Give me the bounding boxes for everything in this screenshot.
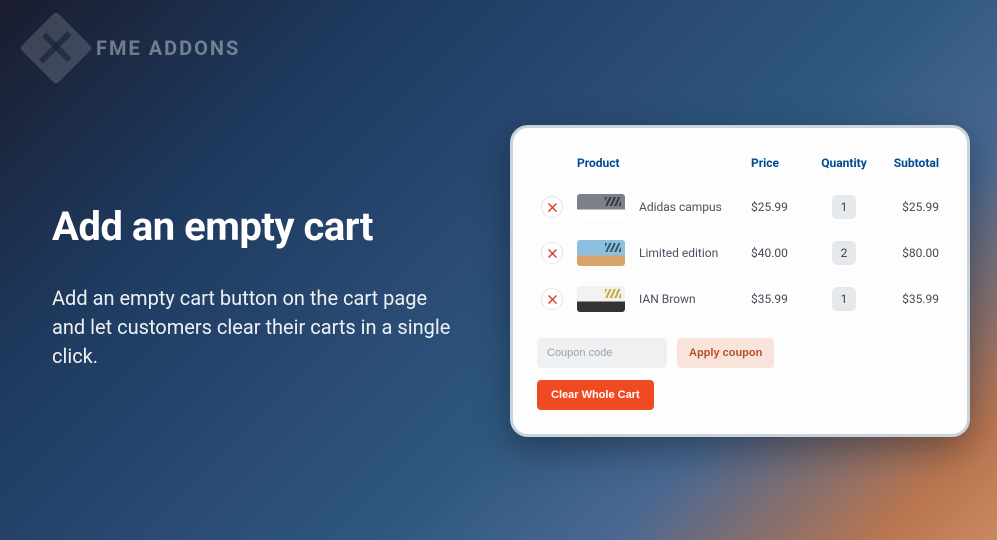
close-icon xyxy=(548,249,557,258)
product-name: IAN Brown xyxy=(639,292,696,306)
col-subtotal: Subtotal xyxy=(879,148,943,184)
brand-logo-icon xyxy=(19,11,93,85)
product-thumbnail xyxy=(577,286,625,312)
col-delete xyxy=(537,148,573,184)
remove-item-button[interactable] xyxy=(541,288,563,310)
product-subtotal: $80.00 xyxy=(879,230,943,276)
clear-cart-button[interactable]: Clear Whole Cart xyxy=(537,380,654,410)
close-icon xyxy=(548,203,557,212)
hero-subtext: Add an empty cart button on the cart pag… xyxy=(52,284,452,371)
brand-name: FME ADDONS xyxy=(96,36,240,60)
cart-card: Product Price Quantity Subtotal Adidas c… xyxy=(510,125,970,437)
table-row: IAN Brown $35.99 1 $35.99 xyxy=(537,276,943,322)
quantity-value[interactable]: 1 xyxy=(832,287,856,311)
remove-item-button[interactable] xyxy=(541,196,563,218)
hero-copy: Add an empty cart Add an empty cart butt… xyxy=(52,203,452,371)
product-subtotal: $25.99 xyxy=(879,184,943,230)
product-name: Adidas campus xyxy=(639,200,722,214)
product-thumbnail xyxy=(577,240,625,266)
close-icon xyxy=(548,295,557,304)
product-subtotal: $35.99 xyxy=(879,276,943,322)
col-price: Price xyxy=(747,148,809,184)
col-product: Product xyxy=(573,148,747,184)
hero-heading: Add an empty cart xyxy=(52,203,452,250)
coupon-input[interactable] xyxy=(537,338,667,368)
col-quantity: Quantity xyxy=(809,148,879,184)
cart-table: Product Price Quantity Subtotal Adidas c… xyxy=(537,148,943,322)
table-row: Limited edition $40.00 2 $80.00 xyxy=(537,230,943,276)
table-row: Adidas campus $25.99 1 $25.99 xyxy=(537,184,943,230)
product-price: $25.99 xyxy=(747,184,809,230)
remove-item-button[interactable] xyxy=(541,242,563,264)
quantity-value[interactable]: 2 xyxy=(832,241,856,265)
product-price: $35.99 xyxy=(747,276,809,322)
quantity-value[interactable]: 1 xyxy=(832,195,856,219)
apply-coupon-button[interactable]: Apply coupon xyxy=(677,338,774,368)
cart-actions: Apply coupon Clear Whole Cart xyxy=(537,338,943,410)
brand-watermark: FME ADDONS xyxy=(30,22,240,74)
product-thumbnail xyxy=(577,194,625,220)
product-price: $40.00 xyxy=(747,230,809,276)
product-name: Limited edition xyxy=(639,246,718,260)
